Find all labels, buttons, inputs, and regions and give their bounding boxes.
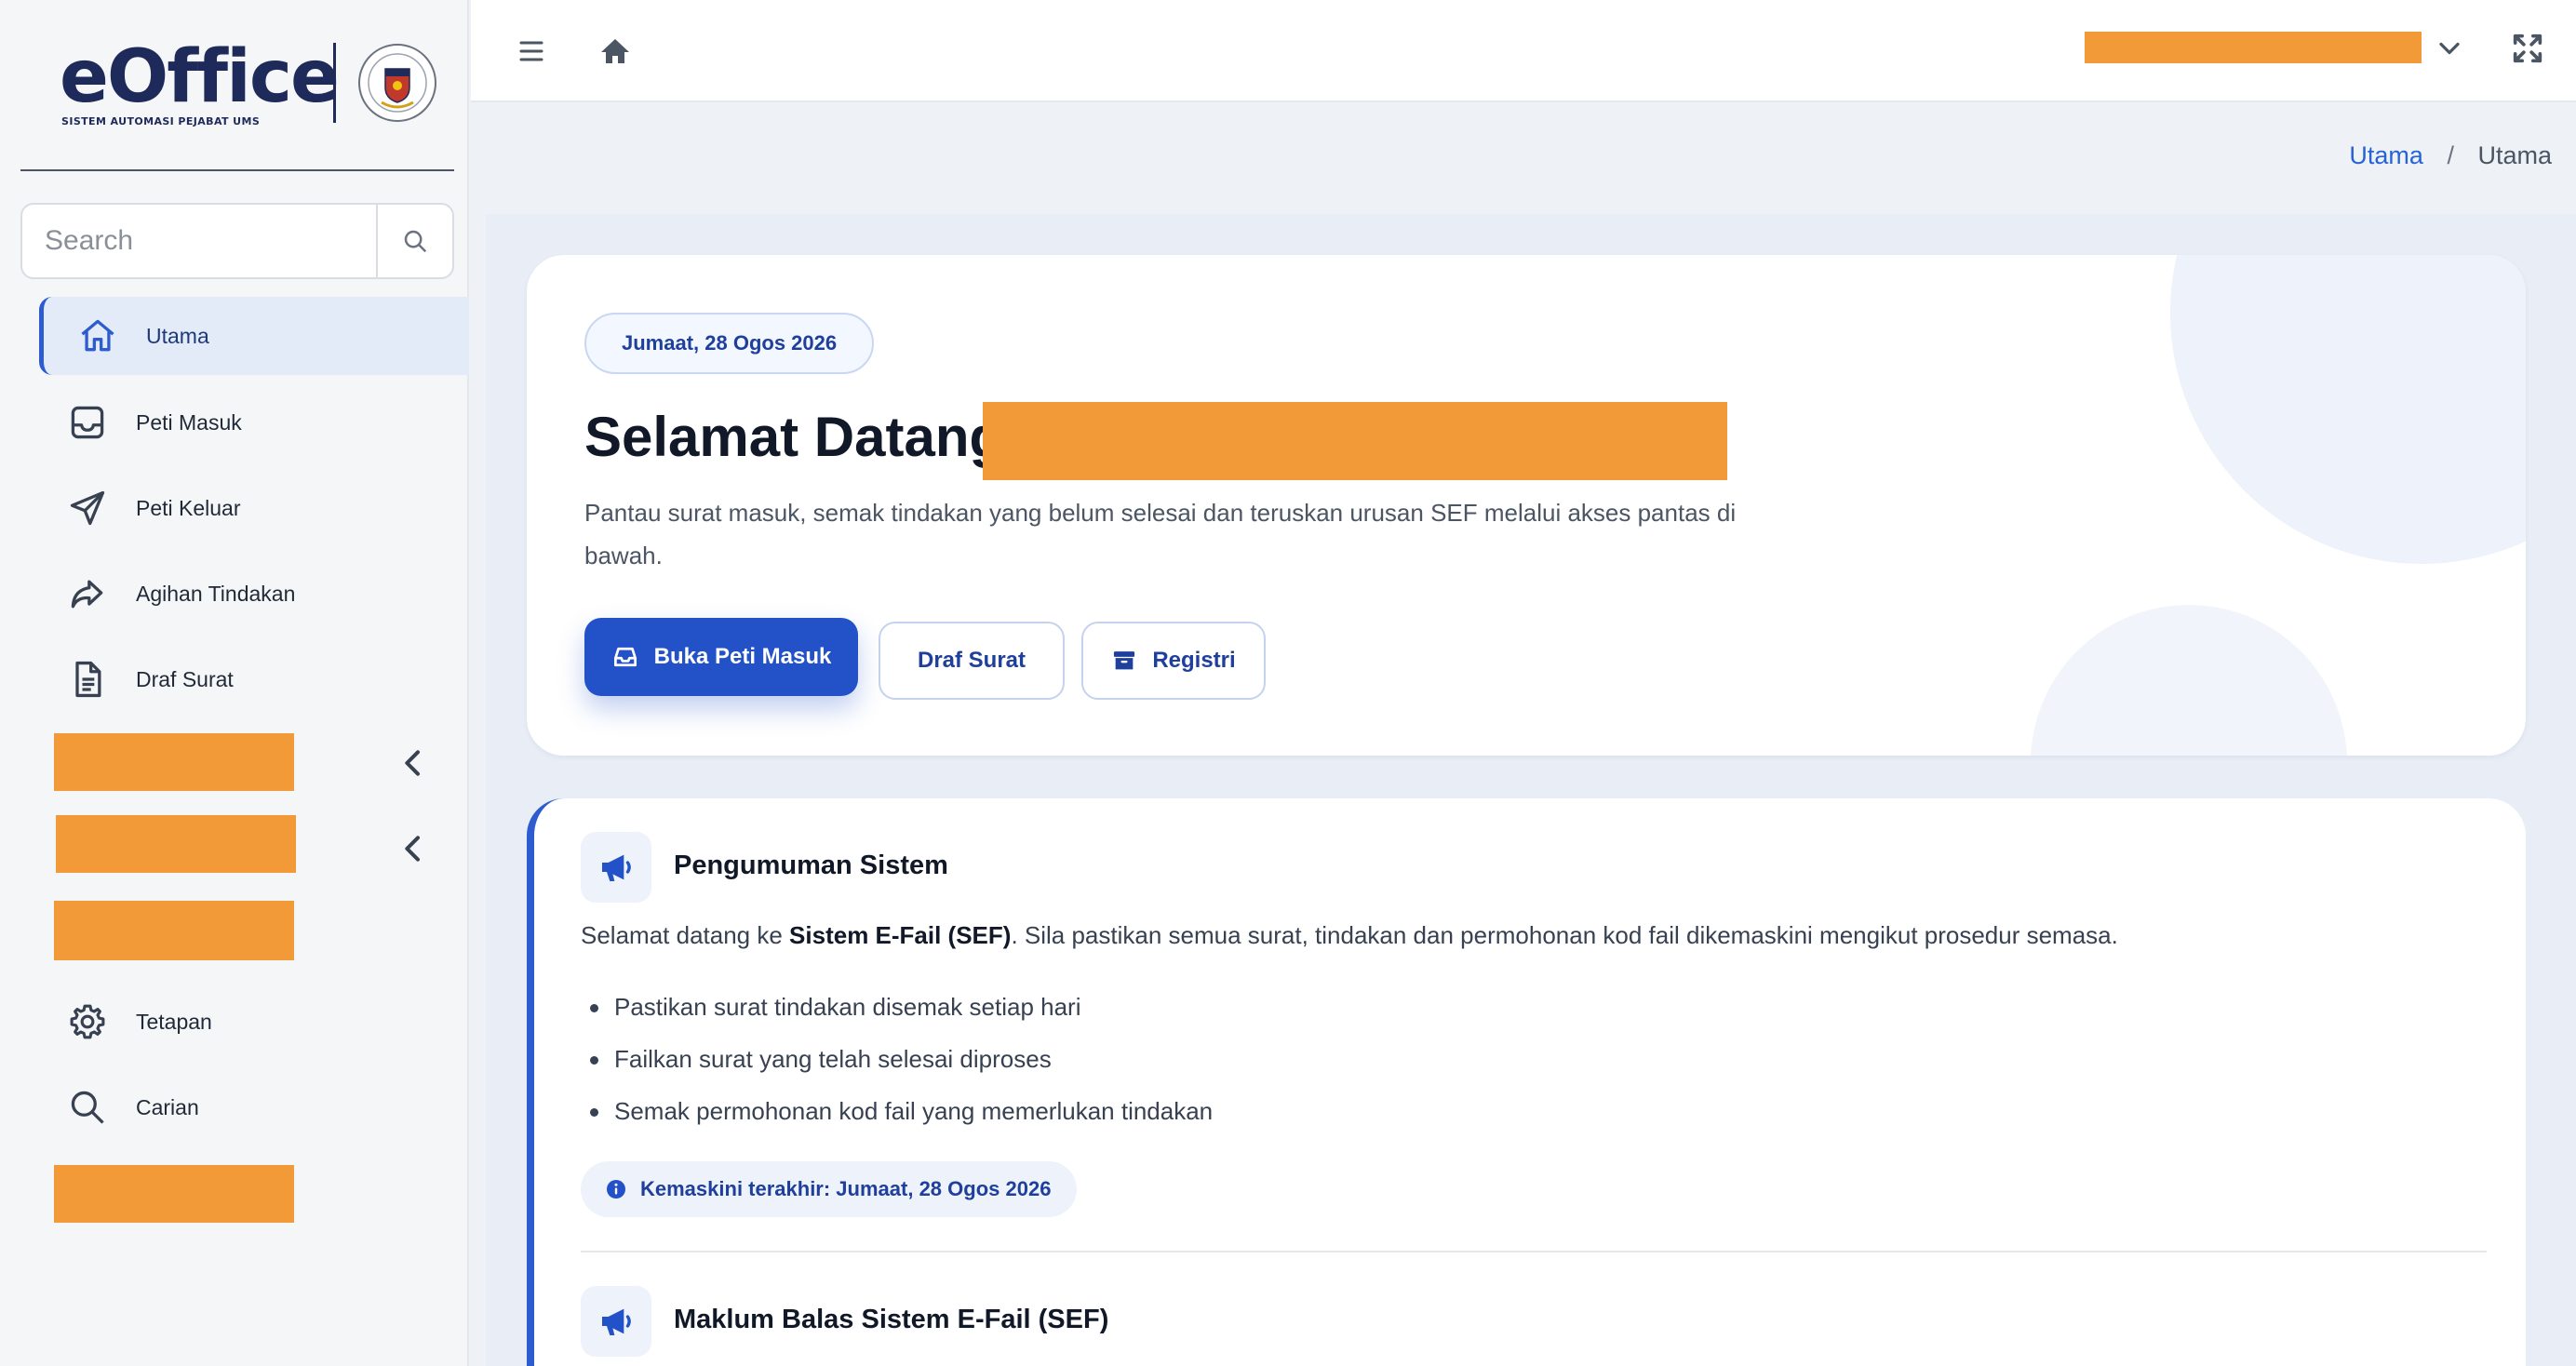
sidebar-item-utama[interactable]: Utama [39,297,469,375]
announcement-panel: Pengumuman Sistem Selamat datang ke Sist… [527,798,2526,1366]
sidebar-item-peti-keluar[interactable]: Peti Keluar [39,469,469,547]
feedback-title: Maklum Balas Sistem E-Fail (SEF) [674,1305,1109,1334]
welcome-card: Jumaat, 28 Ogos 2026 Selamat Datang, Pan… [527,255,2526,756]
inbox-tray-icon [613,647,637,667]
megaphone-icon [602,1308,631,1335]
redacted-user-name[interactable] [2085,32,2422,63]
welcome-heading: Selamat Datang, [584,404,1019,471]
logo-area[interactable]: eOffice SISTEM AUTOMASI PEJABAT UMS [20,0,454,171]
announcement-text: Selamat datang ke Sistem E-Fail (SEF). S… [581,921,2118,950]
redacted-menu-item[interactable] [54,901,294,960]
registry-label: Registri [1152,648,1236,673]
chevron-left-icon[interactable] [395,744,432,782]
home-icon [81,319,114,352]
breadcrumb-current: Utama [2477,141,2552,169]
send-icon [70,490,105,526]
info-icon [607,1180,625,1199]
open-inbox-button[interactable]: Buka Peti Masuk [584,618,858,696]
announcement-text-bold: Sistem E-Fail (SEF) [789,921,1012,949]
sidebar-item-label: Utama [146,324,209,348]
share-forward-icon [71,580,103,609]
divider [581,1251,2487,1252]
redacted-menu-item[interactable] [56,815,296,873]
last-updated-badge: Kemaskini terakhir: Jumaat, 28 Ogos 2026 [581,1161,1078,1217]
decorative-circle [2170,255,2526,564]
redacted-menu-item[interactable] [54,733,294,791]
chevron-down-icon[interactable] [2433,32,2466,65]
sidebar-item-label: Agihan Tindakan [136,582,296,606]
breadcrumb-link-utama[interactable]: Utama [2349,141,2423,169]
search-icon [71,1091,104,1124]
sidebar: eOffice SISTEM AUTOMASI PEJABAT UMS Utam… [0,0,469,1366]
logo-divider [333,43,336,123]
list-item: Failkan surat yang telah selesai diprose… [581,1033,1213,1085]
sidebar-item-label: Draf Surat [136,667,234,691]
date-badge: Jumaat, 28 Ogos 2026 [584,313,875,374]
draft-letter-button[interactable]: Draf Surat [879,622,1065,700]
search-button[interactable] [376,205,452,277]
redacted-user-name [983,402,1727,480]
sidebar-item-label: Tetapan [136,1010,212,1034]
search-box [20,203,454,279]
logo-tagline: SISTEM AUTOMASI PEJABAT UMS [61,115,261,127]
draft-letter-label: Draf Surat [917,648,1026,673]
inbox-icon [71,406,104,439]
decorative-circle [2031,605,2347,756]
registry-button[interactable]: Registri [1081,622,1266,700]
megaphone-icon [602,854,631,881]
hamburger-menu-icon[interactable] [508,28,555,74]
breadcrumb-separator: / [2447,141,2454,169]
sidebar-item-agihan-tindakan[interactable]: Agihan Tindakan [39,555,469,633]
open-inbox-label: Buka Peti Masuk [653,644,832,669]
sidebar-item-label: Peti Masuk [136,410,242,435]
sidebar-item-carian[interactable]: Carian [39,1068,469,1146]
search-icon [404,230,427,253]
sidebar-item-peti-masuk[interactable]: Peti Masuk [39,383,469,462]
welcome-description: Pantau surat masuk, semak tindakan yang … [584,499,1737,569]
sidebar-item-draf-surat[interactable]: Draf Surat [39,640,469,718]
eoffice-logo: eOffice [60,35,340,119]
search-input[interactable] [22,205,378,277]
topbar [471,0,2576,102]
sidebar-item-label: Peti Keluar [136,496,241,520]
announcement-list: Pastikan surat tindakan disemak setiap h… [581,981,1213,1137]
announcement-text-part: . Sila pastikan semua surat, tindakan da… [1011,921,2118,949]
document-icon [75,661,101,698]
gear-icon [70,1004,105,1039]
sidebar-item-tetapan[interactable]: Tetapan [39,983,469,1061]
university-seal-icon [358,44,436,122]
list-item: Semak permohonan kod fail yang memerluka… [581,1085,1213,1137]
archive-box-icon [1114,651,1135,670]
welcome-greeting: Selamat Datang, [584,406,1019,468]
home-icon[interactable] [592,28,638,74]
redacted-menu-item[interactable] [54,1165,294,1223]
announcement-icon-box [581,832,651,903]
feedback-icon-box [581,1286,651,1357]
fullscreen-icon[interactable] [2509,30,2546,67]
announcement-text-part: Selamat datang ke [581,921,790,949]
sidebar-item-label: Carian [136,1095,199,1119]
breadcrumb: Utama / Utama [2349,141,2552,170]
list-item: Pastikan surat tindakan disemak setiap h… [581,981,1213,1033]
chevron-left-icon[interactable] [395,830,432,867]
announcement-title: Pengumuman Sistem [674,850,948,880]
last-updated-text: Kemaskini terakhir: Jumaat, 28 Ogos 2026 [640,1177,1052,1200]
